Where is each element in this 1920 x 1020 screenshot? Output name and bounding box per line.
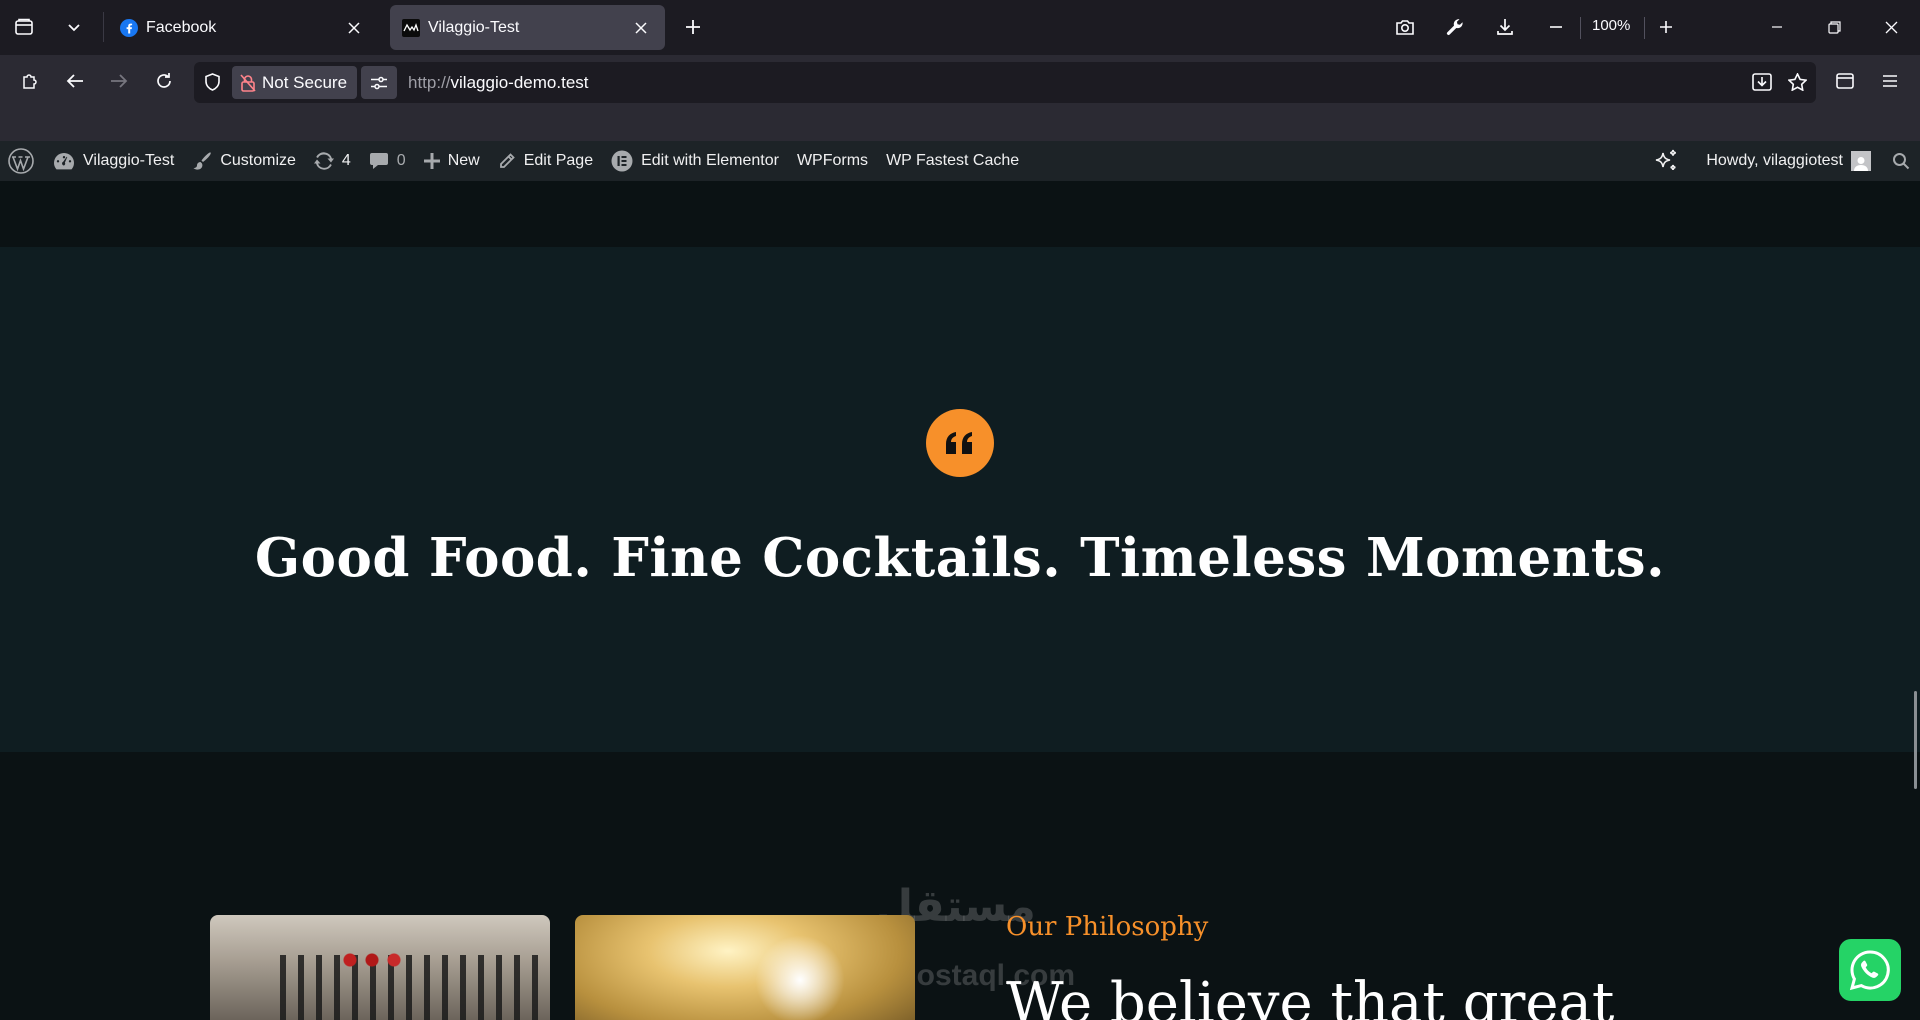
comment-bubble-icon — [369, 152, 389, 170]
updates-count: 4 — [341, 152, 351, 169]
sidebar-toggle-icon[interactable] — [1827, 63, 1863, 99]
search-icon[interactable] — [1880, 141, 1920, 181]
zoom-separator — [1644, 17, 1645, 39]
updates-refresh-icon — [313, 152, 334, 170]
pencil-icon — [498, 152, 516, 170]
whatsapp-chat-button[interactable] — [1839, 939, 1901, 1001]
minimize-window-icon[interactable] — [1759, 9, 1795, 45]
insecure-lock-icon — [240, 73, 256, 92]
wpforms-label: WPForms — [796, 152, 869, 169]
dashboard-gauge-icon — [53, 152, 75, 170]
url-bar[interactable]: Not Secure http://vilaggio-demo.test — [194, 62, 1816, 103]
hero-title: Good Food. Fine Cocktails. Timeless Mome… — [254, 527, 1666, 589]
chandelier-glow — [755, 935, 845, 1020]
new-tab-plus-icon[interactable] — [675, 9, 711, 45]
tab-list-chevron-icon[interactable] — [56, 9, 92, 45]
wordpress-logo-icon[interactable] — [0, 141, 44, 181]
close-icon[interactable] — [629, 16, 653, 40]
restaurant-terrace-photo — [210, 915, 550, 1020]
zoom-separator — [1580, 17, 1581, 39]
edit-page-label: Edit Page — [523, 152, 594, 169]
zoom-in-plus-icon[interactable] — [1648, 9, 1684, 45]
new-content-link[interactable]: New — [415, 141, 489, 181]
extensions-puzzle-icon[interactable] — [12, 63, 48, 99]
edit-with-elementor-link[interactable]: Edit with Elementor — [602, 141, 788, 181]
philosophy-kicker: Our Philosophy — [1006, 912, 1209, 942]
zoom-out-minus-icon[interactable] — [1538, 9, 1574, 45]
philosophy-heading: We believe that great — [1006, 971, 1615, 1020]
tab-separator — [103, 12, 104, 42]
wp-fastest-cache-link[interactable]: WP Fastest Cache — [877, 141, 1028, 181]
howdy-label: Howdy, vilaggiotest — [1706, 152, 1843, 169]
hamburger-menu-icon[interactable] — [1872, 63, 1908, 99]
back-arrow-icon[interactable] — [57, 63, 93, 99]
not-secure-label: Not Secure — [262, 72, 348, 92]
edit-elementor-label: Edit with Elementor — [641, 152, 779, 169]
restore-window-icon[interactable] — [1816, 9, 1852, 45]
my-account-link[interactable]: Howdy, vilaggiotest — [1697, 141, 1880, 181]
close-icon[interactable] — [342, 16, 366, 40]
hero-section: Good Food. Fine Cocktails. Timeless Mome… — [0, 247, 1920, 752]
wrench-icon[interactable] — [1437, 9, 1473, 45]
plus-icon — [423, 153, 440, 169]
downloads-icon[interactable] — [1487, 9, 1523, 45]
customize-link[interactable]: Customize — [183, 141, 305, 181]
url-host: vilaggio-demo.test — [450, 73, 589, 92]
red-flowers — [340, 953, 410, 967]
screenshot-camera-icon[interactable] — [1387, 9, 1423, 45]
close-window-icon[interactable] — [1873, 9, 1909, 45]
customize-label: Customize — [220, 152, 296, 169]
browser-nav-bar: Not Secure http://vilaggio-demo.test — [0, 55, 1920, 141]
tab-title: Vilaggio-Test — [428, 18, 520, 36]
not-secure-indicator[interactable]: Not Secure — [232, 66, 357, 99]
wp-admin-bar: Vilaggio-Test Customize 4 0 New Edit Pag… — [0, 141, 1920, 181]
fastest-cache-label: WP Fastest Cache — [886, 152, 1020, 169]
page-content: Good Food. Fine Cocktails. Timeless Mome… — [0, 181, 1920, 1020]
facebook-icon — [120, 18, 138, 37]
vilaggio-favicon — [402, 18, 420, 37]
url-text[interactable]: http://vilaggio-demo.test — [408, 73, 589, 93]
firefox-view-icon[interactable] — [6, 9, 42, 45]
dining-room-chandelier-photo — [575, 915, 915, 1020]
permissions-icon[interactable] — [361, 66, 397, 99]
page-scrollbar-thumb[interactable] — [1914, 691, 1917, 789]
paintbrush-icon — [192, 151, 212, 171]
wpforms-link[interactable]: WPForms — [788, 141, 877, 181]
tab-facebook[interactable]: Facebook — [108, 5, 378, 50]
elementor-icon — [611, 150, 633, 172]
site-name: Vilaggio-Test — [83, 152, 175, 169]
url-scheme: http:// — [408, 73, 451, 92]
comments-link[interactable]: 0 — [360, 141, 415, 181]
admin-bar-right: Howdy, vilaggiotest — [1643, 141, 1920, 181]
tracking-shield-icon[interactable] — [194, 64, 230, 100]
site-name-link[interactable]: Vilaggio-Test — [44, 141, 183, 181]
comments-count: 0 — [396, 152, 406, 169]
updates-link[interactable]: 4 — [305, 141, 360, 181]
ai-sparkle-icon[interactable] — [1643, 141, 1697, 181]
tab-title: Facebook — [146, 18, 217, 36]
edit-page-link[interactable]: Edit Page — [489, 141, 602, 181]
browser-tab-strip: Facebook Vilaggio-Test 100% — [0, 0, 1920, 55]
bookmark-star-icon[interactable] — [1779, 64, 1815, 100]
save-to-pocket-icon[interactable] — [1744, 64, 1780, 100]
avatar — [1851, 151, 1871, 171]
new-label: New — [447, 152, 480, 169]
reload-icon[interactable] — [146, 63, 182, 99]
tab-vilaggio[interactable]: Vilaggio-Test — [390, 5, 665, 50]
quote-icon — [926, 409, 994, 477]
forward-arrow-icon — [101, 63, 137, 99]
balcony-railing — [280, 955, 550, 1020]
zoom-level[interactable]: 100% — [1592, 17, 1630, 34]
